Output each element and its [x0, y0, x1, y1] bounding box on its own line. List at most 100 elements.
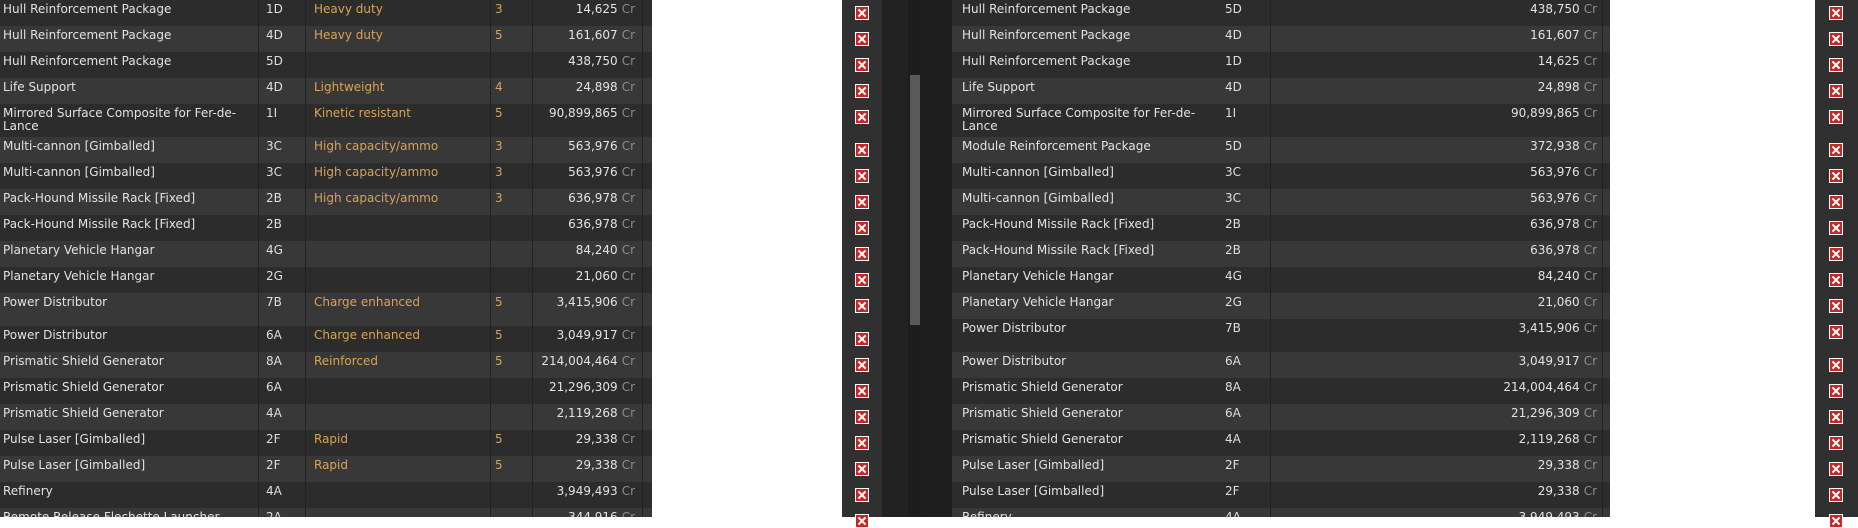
close-icon[interactable] — [1829, 169, 1843, 183]
module-name: Pulse Laser [Gimballed] — [3, 458, 146, 472]
module-cost: 90,899,865 Cr — [1452, 107, 1597, 120]
close-icon[interactable] — [1829, 514, 1843, 528]
close-icon[interactable] — [855, 273, 869, 287]
close-icon[interactable] — [855, 6, 869, 20]
cost-value: 21,060 — [1537, 295, 1580, 309]
close-icon[interactable] — [855, 221, 869, 235]
currency-label: Cr — [1583, 406, 1597, 420]
currency-label: Cr — [1583, 510, 1597, 518]
cost-value: 2,119,268 — [556, 406, 618, 420]
table-row: Mirrored Surface Composite for Fer-de-La… — [952, 104, 1610, 137]
cost-value: 24,898 — [1537, 80, 1580, 94]
module-class: 2F — [1225, 484, 1240, 498]
table-row: Multi-cannon [Gimballed] 3C 563,976 Cr — [952, 163, 1610, 189]
close-icon[interactable] — [1829, 488, 1843, 502]
currency-label: Cr — [1583, 2, 1597, 16]
close-icon[interactable] — [1829, 325, 1843, 339]
module-cost: 214,004,464 Cr — [1452, 381, 1597, 394]
currency-label: Cr — [621, 328, 635, 342]
close-icon[interactable] — [855, 143, 869, 157]
close-icon[interactable] — [855, 299, 869, 313]
column-divider — [490, 0, 491, 517]
close-icon[interactable] — [855, 32, 869, 46]
blueprint-grade: 5 — [495, 328, 503, 342]
cost-value: 372,938 — [1530, 139, 1580, 153]
module-cost: 14,625 Cr — [520, 3, 635, 16]
close-icon[interactable] — [1829, 273, 1843, 287]
close-icon[interactable] — [1829, 384, 1843, 398]
module-cost: 3,049,917 Cr — [520, 329, 635, 342]
module-cost: 636,978 Cr — [520, 218, 635, 231]
close-icon[interactable] — [855, 410, 869, 424]
module-name: Mirrored Surface Composite for Fer-de-La… — [962, 106, 1196, 133]
close-icon[interactable] — [855, 169, 869, 183]
close-icon[interactable] — [1829, 143, 1843, 157]
table-row: Hull Reinforcement Package 1D 14,625 Cr — [952, 52, 1610, 78]
close-icon[interactable] — [855, 488, 869, 502]
blueprint-name: Rapid — [314, 432, 348, 446]
module-class: 3C — [266, 165, 283, 179]
table-row: Prismatic Shield Generator 6A 21,296,309 Cr — [0, 378, 652, 404]
close-icon[interactable] — [1829, 6, 1843, 20]
close-icon[interactable] — [855, 247, 869, 261]
close-icon[interactable] — [1829, 84, 1843, 98]
module-class: 4G — [266, 243, 283, 257]
module-cost: 2,119,268 Cr — [520, 407, 635, 420]
close-icon[interactable] — [855, 358, 869, 372]
close-icon[interactable] — [855, 462, 869, 476]
table-row: Hull Reinforcement Package 1D Heavy duty 3 1… — [0, 0, 652, 26]
module-cost: 24,898 Cr — [520, 81, 635, 94]
module-cost: 563,976 Cr — [1452, 166, 1597, 179]
blueprint-name: Charge enhanced — [314, 295, 421, 309]
module-name: Multi-cannon [Gimballed] — [3, 139, 155, 153]
cost-value: 161,607 — [1530, 28, 1580, 42]
close-icon[interactable] — [855, 195, 869, 209]
close-icon[interactable] — [855, 58, 869, 72]
currency-label: Cr — [1583, 243, 1597, 257]
close-icon[interactable] — [1829, 410, 1843, 424]
module-cost: 3,415,906 Cr — [1452, 322, 1597, 335]
close-icon[interactable] — [1829, 195, 1843, 209]
close-icon[interactable] — [855, 436, 869, 450]
close-icon[interactable] — [1829, 462, 1843, 476]
left-scrollbar-thumb[interactable] — [910, 75, 920, 325]
close-icon[interactable] — [1829, 247, 1843, 261]
close-icon[interactable] — [855, 384, 869, 398]
close-icon[interactable] — [1829, 358, 1843, 372]
module-name: Pulse Laser [Gimballed] — [962, 458, 1105, 472]
module-class: 6A — [266, 328, 282, 342]
module-cost: 90,899,865 Cr — [520, 107, 635, 120]
close-icon[interactable] — [855, 514, 869, 528]
module-name: Prismatic Shield Generator — [3, 406, 164, 420]
cost-value: 344,916 — [568, 510, 618, 518]
currency-label: Cr — [621, 484, 635, 498]
close-icon[interactable] — [855, 332, 869, 346]
module-name: Planetary Vehicle Hangar — [3, 243, 155, 257]
module-cost: 29,338 Cr — [1452, 459, 1597, 472]
column-divider — [258, 0, 259, 517]
close-icon[interactable] — [855, 84, 869, 98]
module-name: Multi-cannon [Gimballed] — [3, 165, 155, 179]
module-class: 7B — [1225, 321, 1241, 335]
module-name: Planetary Vehicle Hangar — [962, 295, 1114, 309]
currency-label: Cr — [621, 80, 635, 94]
table-row: Multi-cannon [Gimballed] 3C High capacity/… — [0, 163, 652, 189]
module-class: 5D — [1225, 2, 1242, 16]
module-cost: 21,296,309 Cr — [1452, 407, 1597, 420]
close-icon[interactable] — [1829, 110, 1843, 124]
close-icon[interactable] — [855, 110, 869, 124]
cost-value: 84,240 — [575, 243, 618, 257]
table-row: Remote Release Flechette Launcher 2A 344,9… — [0, 508, 652, 517]
close-icon[interactable] — [1829, 221, 1843, 235]
table-row: Planetary Vehicle Hangar 2G 21,060 Cr — [0, 267, 652, 293]
module-cost: 84,240 Cr — [1452, 270, 1597, 283]
module-cost: 3,949,493 Cr — [1452, 510, 1597, 518]
close-icon[interactable] — [1829, 436, 1843, 450]
table-row: Pack-Hound Missile Rack [Fixed] 2B 636,978… — [0, 215, 652, 241]
module-cost: 636,978 Cr — [520, 192, 635, 205]
currency-label: Cr — [621, 217, 635, 231]
close-icon[interactable] — [1829, 299, 1843, 313]
close-icon[interactable] — [1829, 32, 1843, 46]
close-icon[interactable] — [1829, 58, 1843, 72]
cost-value: 161,607 — [568, 28, 618, 42]
